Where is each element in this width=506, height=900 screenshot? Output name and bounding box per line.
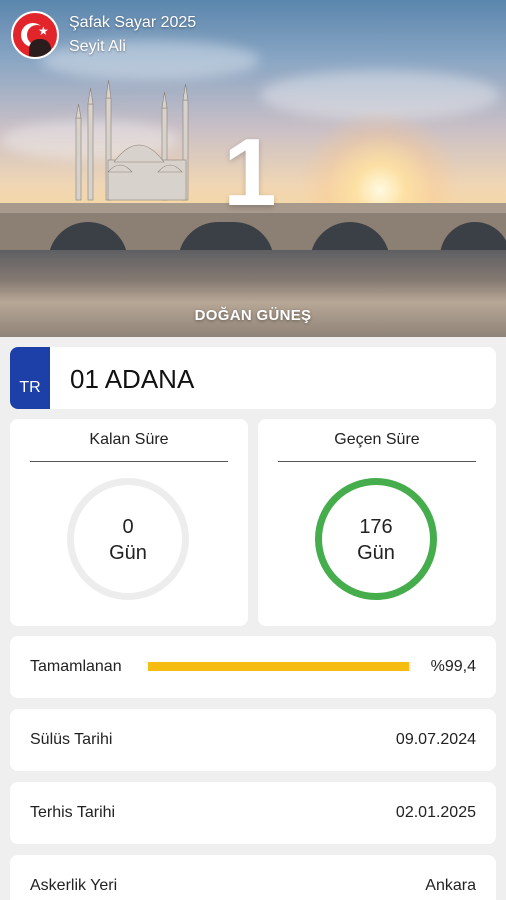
elapsed-unit: Gün (357, 542, 395, 564)
discharge-date-label: Terhis Tarihi (30, 804, 116, 821)
completion-percent: %99,4 (430, 658, 476, 675)
plate-country-code: TR (10, 347, 50, 409)
license-plate-card[interactable]: TR 01 ADANA (10, 347, 496, 409)
divider (30, 461, 228, 462)
app-title: Şafak Sayar 2025 (69, 14, 197, 31)
induction-date-label: Sülüs Tarihi (30, 731, 113, 748)
discharge-date-card[interactable]: Terhis Tarihi 02.01.2025 (10, 782, 496, 844)
plate-city: 01 ADANA (70, 364, 195, 394)
remaining-title: Kalan Süre (89, 431, 169, 448)
app-logo: ★ (11, 11, 59, 59)
induction-date-value: 09.07.2024 (395, 731, 476, 748)
service-location-card[interactable]: Askerlik Yeri Ankara (10, 855, 496, 900)
remaining-value-block: 0 Gün (67, 514, 189, 566)
remaining-value: 0 (122, 516, 134, 538)
user-name: Seyit Ali (69, 38, 126, 55)
service-location-label: Askerlik Yeri (30, 877, 118, 894)
completion-card: Tamamlanan %99,4 (10, 636, 496, 698)
elapsed-value: 176 (359, 516, 393, 538)
discharge-date-value: 02.01.2025 (395, 804, 476, 821)
sunrise-label: DOĞAN GÜNEŞ (194, 307, 312, 324)
elapsed-title: Geçen Süre (334, 431, 420, 448)
divider (278, 461, 476, 462)
remaining-time-card: Kalan Süre 0 Gün (10, 419, 248, 626)
service-location-value: Ankara (425, 877, 476, 894)
hero-banner: ★ Şafak Sayar 2025 Seyit Ali 1 DOĞAN GÜN… (0, 0, 506, 337)
remaining-unit: Gün (109, 542, 147, 564)
completion-progress-fill (148, 662, 410, 671)
induction-date-card[interactable]: Sülüs Tarihi 09.07.2024 (10, 709, 496, 771)
completion-label: Tamamlanan (30, 658, 122, 675)
day-counter: 1 (223, 119, 277, 226)
elapsed-value-block: 176 Gün (315, 514, 437, 566)
elapsed-time-card: Geçen Süre 176 Gün (258, 419, 496, 626)
completion-progress-bar (148, 662, 411, 671)
